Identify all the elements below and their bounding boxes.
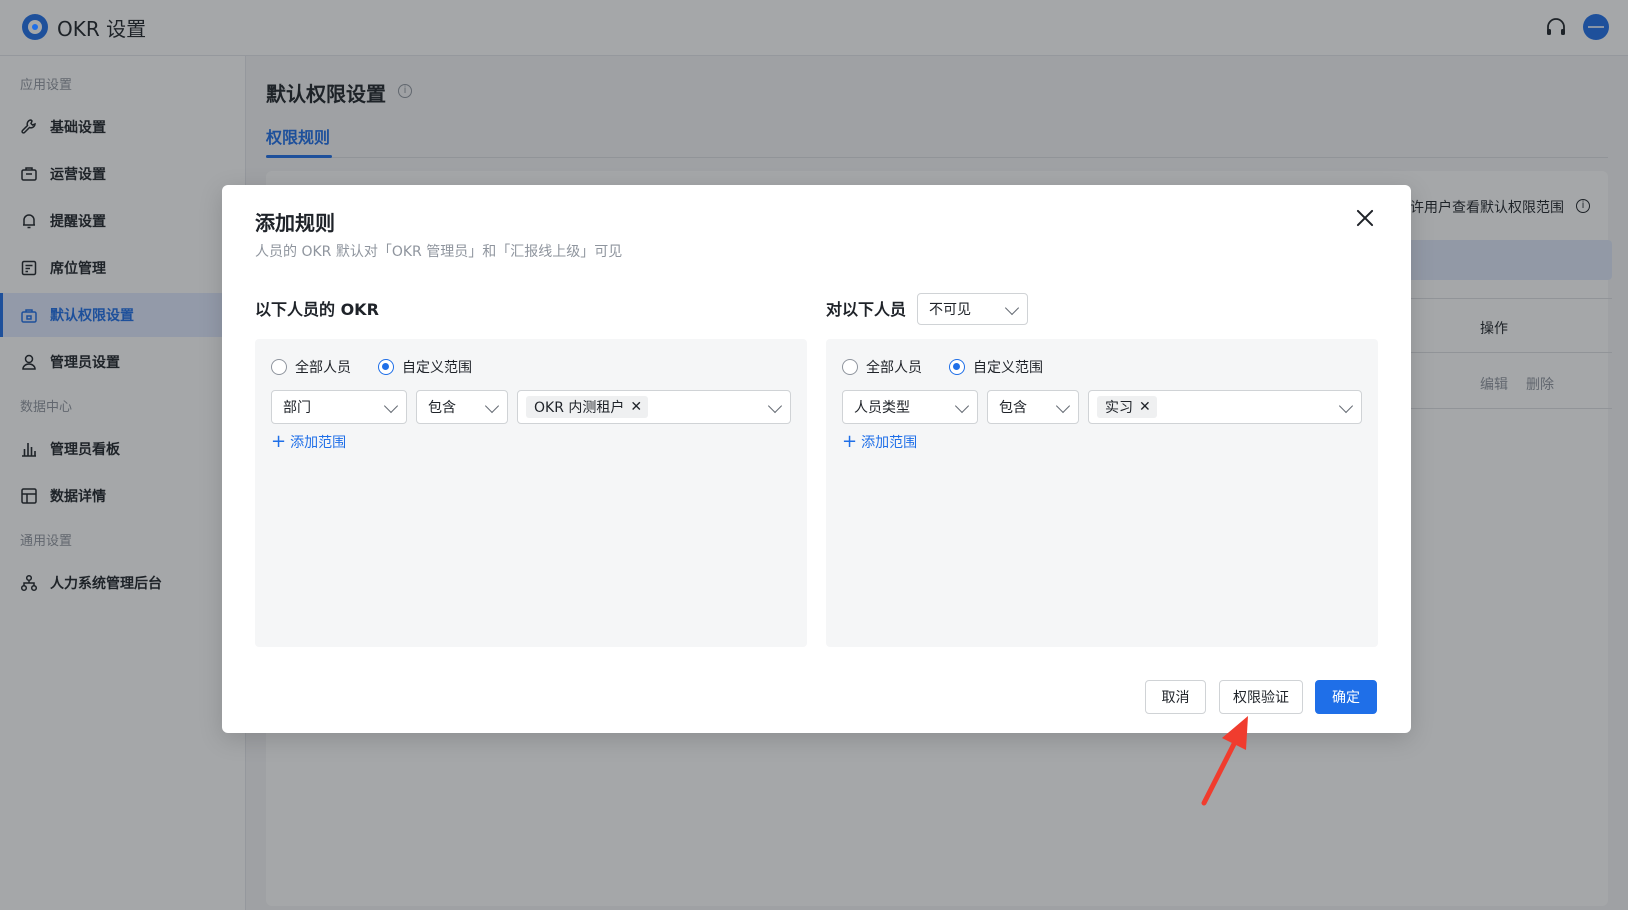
radio-label: 全部人员: [295, 360, 351, 376]
add-range-button[interactable]: + 添加范围: [842, 432, 917, 452]
operator-select[interactable]: 包含: [416, 390, 508, 424]
select-value: 人员类型: [854, 400, 910, 416]
target-okr-panel: 全部人员 自定义范围 部门 包含 OKR 内测租户 ✕ + 添加范围: [255, 339, 807, 647]
visibility-select[interactable]: 不可见: [917, 293, 1028, 325]
tag-remove-icon[interactable]: ✕: [1139, 399, 1151, 415]
value-multiselect[interactable]: 实习 ✕: [1088, 390, 1362, 424]
radio-circle: [271, 359, 287, 375]
dialog-subtitle: 人员的 OKR 默认对「OKR 管理员」和「汇报线上级」可见: [255, 244, 623, 260]
select-value: 包含: [428, 400, 456, 416]
add-range-label: 添加范围: [861, 435, 918, 451]
plus-icon: +: [842, 431, 858, 452]
chevron-down-icon: [767, 398, 783, 414]
radio-label: 自定义范围: [973, 360, 1043, 376]
tag-label: 实习: [1105, 400, 1133, 416]
add-range-label: 添加范围: [290, 435, 347, 451]
chevron-down-icon: [484, 398, 500, 414]
radio-all-people[interactable]: 全部人员: [842, 357, 922, 377]
radio-label: 全部人员: [866, 360, 922, 376]
radio-label: 自定义范围: [402, 360, 472, 376]
radio-custom-range[interactable]: 自定义范围: [378, 357, 472, 377]
visible-to-section-title: 对以下人员: [826, 300, 907, 319]
radio-all-people[interactable]: 全部人员: [271, 357, 351, 377]
tag-label: OKR 内测租户: [534, 400, 625, 416]
radio-circle: [842, 359, 858, 375]
select-value: 包含: [999, 400, 1027, 416]
radio-custom-range[interactable]: 自定义范围: [949, 357, 1043, 377]
field-select[interactable]: 人员类型: [842, 390, 978, 424]
select-value: 不可见: [929, 302, 971, 318]
dialog-title: 添加规则: [255, 211, 335, 235]
selected-tag: OKR 内测租户 ✕: [526, 396, 649, 418]
close-icon[interactable]: [1352, 205, 1378, 231]
radio-circle: [378, 359, 394, 375]
cancel-button[interactable]: 取消: [1145, 680, 1206, 714]
chevron-down-icon: [383, 398, 399, 414]
selected-tag: 实习 ✕: [1097, 396, 1157, 418]
field-select[interactable]: 部门: [271, 390, 407, 424]
add-range-button[interactable]: + 添加范围: [271, 432, 346, 452]
value-multiselect[interactable]: OKR 内测租户 ✕: [517, 390, 791, 424]
select-value: 部门: [283, 400, 311, 416]
confirm-button[interactable]: 确定: [1315, 680, 1377, 714]
add-rule-dialog: 添加规则 人员的 OKR 默认对「OKR 管理员」和「汇报线上级」可见 以下人员…: [222, 185, 1411, 733]
permission-verify-button[interactable]: 权限验证: [1219, 680, 1303, 714]
chevron-down-icon: [1055, 398, 1071, 414]
tag-remove-icon[interactable]: ✕: [630, 399, 642, 415]
chevron-down-icon: [1338, 398, 1354, 414]
annotation-arrow-icon: [1201, 716, 1248, 806]
radio-circle: [949, 359, 965, 375]
plus-icon: +: [271, 431, 287, 452]
chevron-down-icon: [1004, 300, 1020, 316]
chevron-down-icon: [954, 398, 970, 414]
target-okr-section-title: 以下人员的 OKR: [255, 300, 379, 319]
visible-to-panel: 全部人员 自定义范围 人员类型 包含 实习 ✕ + 添加范围: [826, 339, 1378, 647]
operator-select[interactable]: 包含: [987, 390, 1079, 424]
